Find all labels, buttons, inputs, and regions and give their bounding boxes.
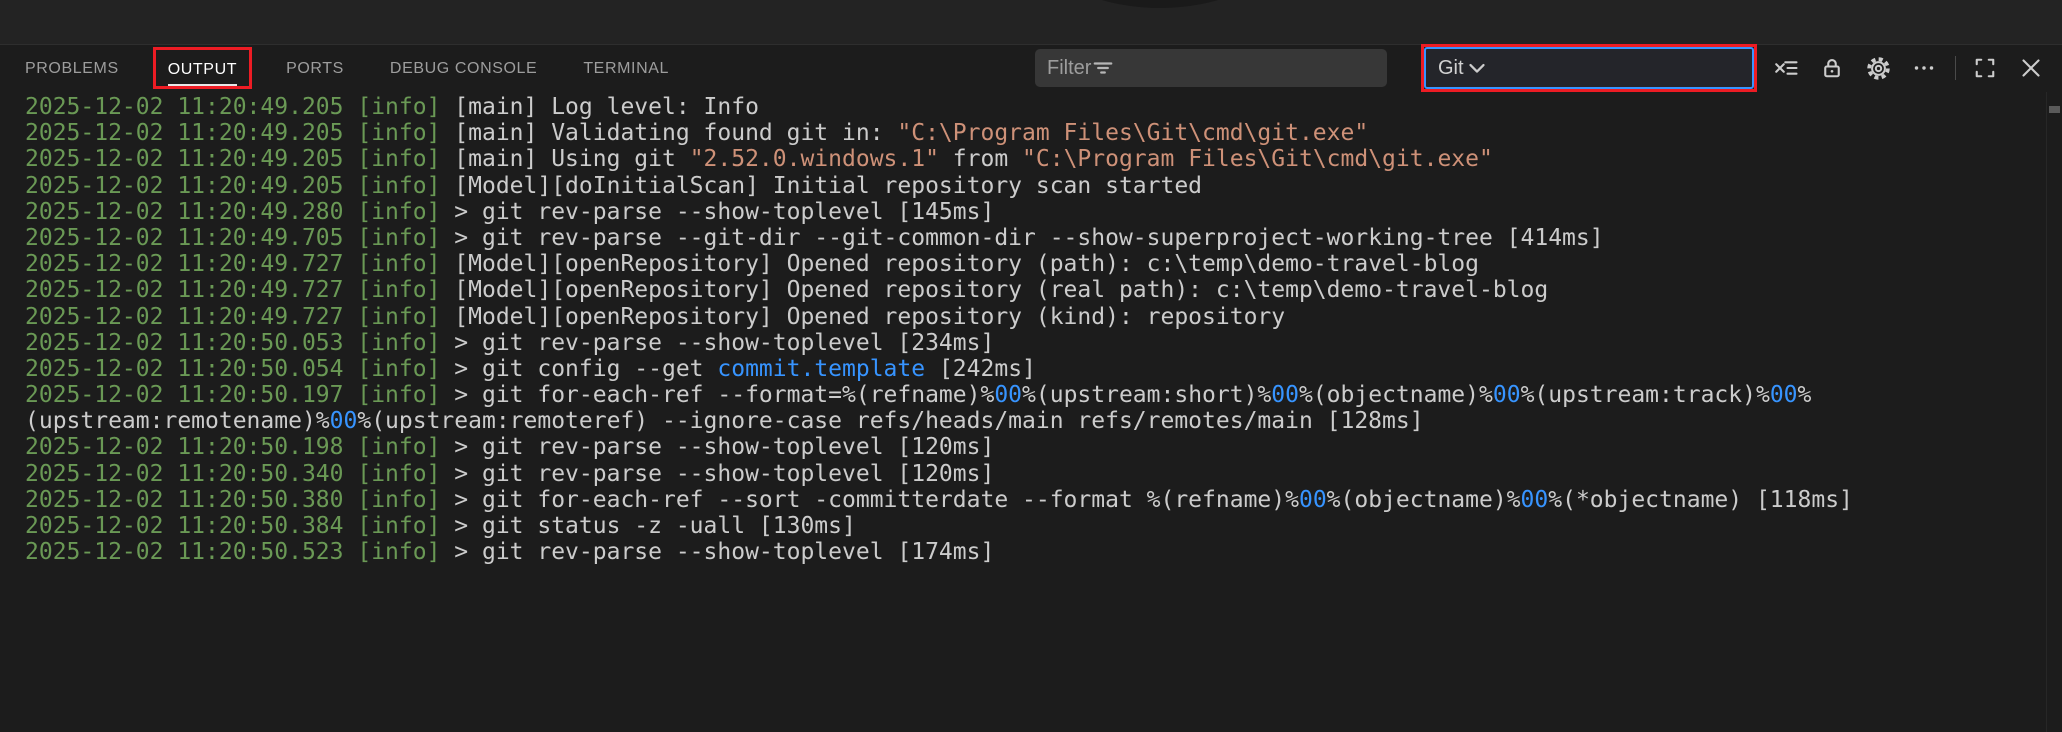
editor-top-strip (0, 0, 2062, 45)
log-line: 2025-12-02 11:20:50.340 [info] > git rev… (25, 460, 995, 487)
close-panel-button[interactable] (2014, 51, 2048, 85)
log-line: 2025-12-02 11:20:49.205 [info] [main] Va… (25, 120, 1369, 147)
clear-output-button[interactable] (1769, 51, 1803, 85)
auto-scroll-lock-button[interactable] (1815, 51, 1849, 85)
annotation-box-channel-select: Git (1421, 44, 1757, 92)
settings-button[interactable] (1861, 51, 1895, 85)
log-line: 2025-12-02 11:20:49.727 [info] [Model][o… (25, 251, 1479, 278)
more-actions-button[interactable] (1907, 51, 1941, 85)
more-actions-icon (1912, 56, 1936, 80)
scrollbar-thumb[interactable] (2049, 106, 2060, 113)
log-line: 2025-12-02 11:20:50.198 [info] > git rev… (25, 434, 995, 461)
tab-debug-console[interactable]: DEBUG CONSOLE (390, 51, 537, 85)
log-line: 2025-12-02 11:20:49.280 [info] > git rev… (25, 198, 995, 225)
tab-ports[interactable]: PORTS (286, 51, 344, 85)
tab-output[interactable]: OUTPUT (167, 52, 238, 86)
log-line: 2025-12-02 11:20:49.205 [info] [main] Us… (25, 146, 1493, 173)
editor-watermark (537, 0, 1783, 28)
log-line: 2025-12-02 11:20:49.727 [info] [Model][o… (25, 303, 1286, 330)
output-channel-select[interactable]: Git (1424, 47, 1754, 89)
log-line: 2025-12-02 11:20:49.705 [info] > git rev… (25, 224, 1604, 251)
clear-output-icon (1774, 56, 1798, 80)
output-channel-value: Git (1438, 56, 1464, 79)
gear-icon (1866, 56, 1891, 81)
output-log[interactable]: 2025-12-02 11:20:49.205 [info] [main] Lo… (0, 92, 2044, 732)
screen-full-icon (1973, 56, 1997, 80)
log-line: 2025-12-02 11:20:50.197 [info] > git for… (25, 382, 1812, 409)
log-line: 2025-12-02 11:20:49.205 [info] [Model][d… (25, 172, 1203, 199)
log-line: 2025-12-02 11:20:50.523 [info] > git rev… (25, 539, 995, 566)
tab-terminal[interactable]: TERMINAL (583, 51, 669, 85)
header-divider (1955, 56, 1956, 80)
log-line: (upstream:remotename)%00%(upstream:remot… (25, 408, 1424, 435)
log-line: 2025-12-02 11:20:49.727 [info] [Model][o… (25, 277, 1549, 304)
chevron-down-icon (1464, 55, 1490, 81)
panel-tabs: PROBLEMS OUTPUT PORTS DEBUG CONSOLE TERM… (0, 47, 715, 89)
lock-icon (1820, 56, 1844, 80)
log-line: 2025-12-02 11:20:50.384 [info] > git sta… (25, 513, 856, 539)
log-line: 2025-12-02 11:20:50.054 [info] > git con… (25, 355, 1036, 382)
panel-header: PROBLEMS OUTPUT PORTS DEBUG CONSOLE TERM… (0, 44, 2062, 92)
log-line: 2025-12-02 11:20:50.380 [info] > git for… (25, 486, 1853, 513)
tab-problems[interactable]: PROBLEMS (25, 51, 119, 85)
annotation-box-output-tab: OUTPUT (152, 47, 253, 89)
log-line: 2025-12-02 11:20:50.053 [info] > git rev… (25, 329, 995, 356)
close-icon (2019, 56, 2043, 80)
vertical-scrollbar[interactable] (2046, 92, 2062, 732)
filter-input[interactable]: Filter (1035, 49, 1387, 87)
panel-header-actions: Filter Git (1035, 44, 2062, 92)
maximize-panel-button[interactable] (1968, 51, 2002, 85)
log-line: 2025-12-02 11:20:49.205 [info] [main] Lo… (25, 94, 759, 120)
filter-icon (1091, 56, 1115, 80)
filter-placeholder: Filter (1047, 56, 1092, 79)
